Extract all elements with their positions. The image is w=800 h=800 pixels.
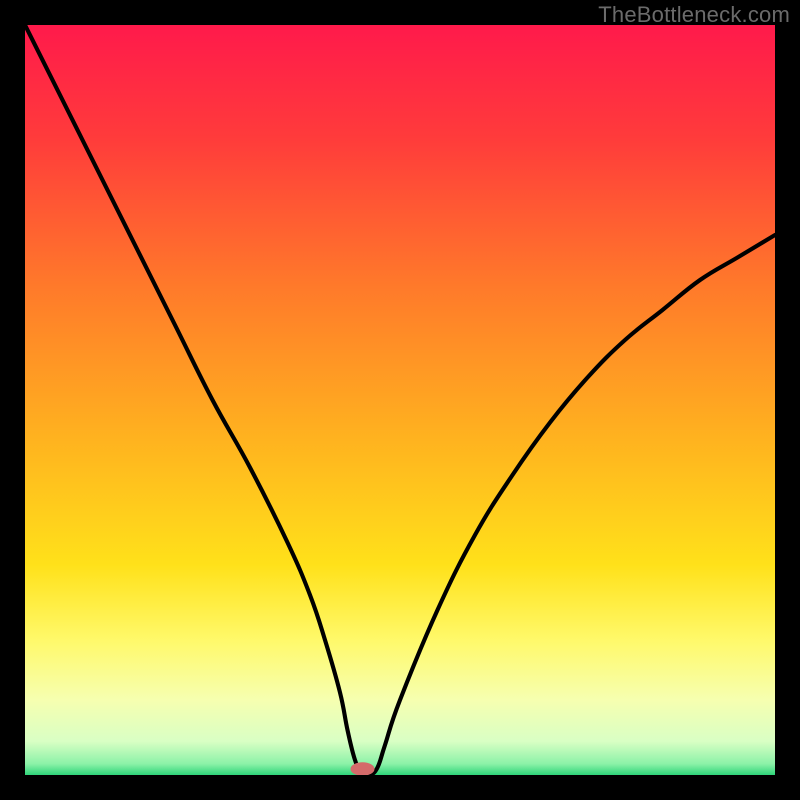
gradient-background xyxy=(25,25,775,775)
chart-svg xyxy=(25,25,775,775)
chart-frame: TheBottleneck.com xyxy=(0,0,800,800)
plot-area xyxy=(25,25,775,775)
